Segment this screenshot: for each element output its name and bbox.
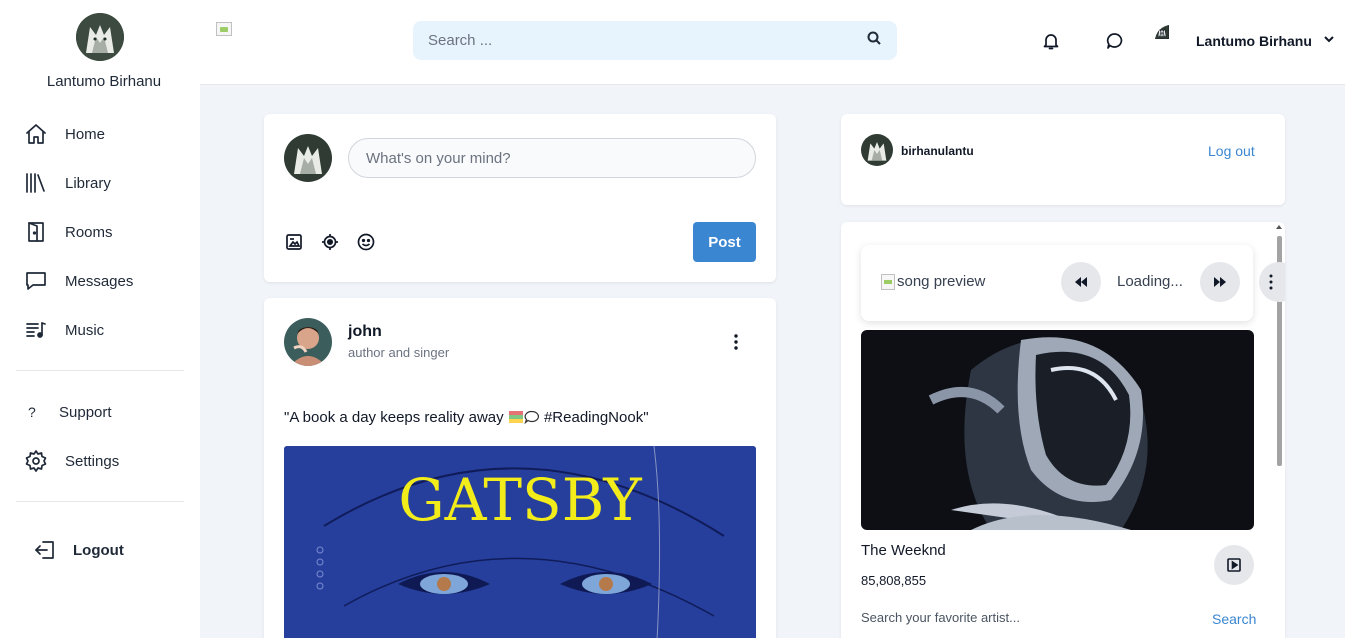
avatar[interactable] xyxy=(284,318,332,366)
feed-post: john author and singer "A book a day kee… xyxy=(264,298,776,638)
sidebar-user-name: Lantumo Birhanu xyxy=(46,73,162,90)
player-more-button[interactable] xyxy=(1259,262,1285,302)
sidebar-item-label: Messages xyxy=(65,272,134,290)
sidebar-item-settings[interactable]: Settings xyxy=(24,448,119,474)
post-text-end: #ReadingNook" xyxy=(539,409,649,426)
avatar xyxy=(284,134,332,182)
avatar[interactable] xyxy=(76,13,124,61)
search-icon[interactable] xyxy=(866,30,882,51)
logout-label: Logout xyxy=(73,541,124,559)
song-preview-image: song preview xyxy=(881,273,985,290)
post-image[interactable]: GATSBY xyxy=(284,446,756,638)
fast-forward-button[interactable] xyxy=(1200,262,1240,302)
artist-followers: 85,808,855 xyxy=(861,573,927,588)
artist-search-button[interactable]: Search xyxy=(1212,611,1256,627)
image-icon[interactable] xyxy=(284,232,304,252)
music-player: song preview Loading... xyxy=(861,245,1285,321)
music-widget: song preview Loading... The Weeknd 85,80… xyxy=(841,222,1285,638)
image-title-text: GATSBY xyxy=(398,466,642,534)
post-button[interactable]: Post xyxy=(693,222,756,262)
sidebar-item-label: Rooms xyxy=(65,223,113,241)
gear-icon xyxy=(24,449,48,473)
rewind-icon xyxy=(1075,277,1087,287)
play-button[interactable] xyxy=(1214,545,1254,585)
avatar xyxy=(1155,25,1187,57)
search-bar xyxy=(413,21,897,60)
bell-icon[interactable] xyxy=(1040,30,1062,52)
door-icon xyxy=(24,220,48,244)
divider xyxy=(16,370,184,371)
artist-image[interactable] xyxy=(861,330,1254,530)
fast-forward-icon xyxy=(1214,277,1226,287)
artist-search-input[interactable] xyxy=(861,610,1191,625)
question-icon: ? xyxy=(28,404,36,420)
play-square-icon xyxy=(1227,558,1241,572)
logo-image[interactable] xyxy=(216,22,232,36)
artist-name[interactable]: The Weeknd xyxy=(861,542,946,559)
chevron-down-icon xyxy=(1322,32,1336,51)
post-composer: Post xyxy=(264,114,776,282)
sidebar-item-support[interactable]: ? Support xyxy=(24,399,112,425)
account-handle: birhanulantu xyxy=(901,144,974,158)
home-icon xyxy=(24,122,48,146)
logout-button[interactable]: Logout xyxy=(33,537,124,563)
more-vertical-icon xyxy=(1269,274,1273,290)
location-icon[interactable] xyxy=(320,232,340,252)
song-preview-alt: song preview xyxy=(897,273,986,290)
sidebar-item-label: Music xyxy=(65,321,105,339)
message-icon xyxy=(24,269,48,293)
sidebar-item-rooms[interactable]: Rooms xyxy=(24,219,113,245)
emoji-icon[interactable] xyxy=(356,232,376,252)
sidebar-item-label: Library xyxy=(65,174,111,192)
player-status: Loading... xyxy=(1117,273,1183,290)
logout-link[interactable]: Log out xyxy=(1208,143,1255,159)
post-input[interactable] xyxy=(348,138,756,178)
post-author[interactable]: john xyxy=(348,323,382,341)
sidebar-item-messages[interactable]: Messages xyxy=(24,268,133,294)
sidebar-item-home[interactable]: Home xyxy=(24,121,105,147)
sidebar-item-label: Support xyxy=(59,403,112,421)
post-text-start: "A book a day keeps reality away xyxy=(284,409,508,426)
scroll-up-arrow-icon[interactable] xyxy=(1276,225,1282,229)
account-card: birhanulantu Log out xyxy=(841,114,1285,205)
books-emoji-icon xyxy=(508,411,523,423)
sidebar-item-label: Home xyxy=(65,125,106,143)
header-user-name: Lantumo Birhanu xyxy=(1196,33,1312,49)
post-text: "A book a day keeps reality away #Readin… xyxy=(284,409,649,426)
sidebar-item-label: Settings xyxy=(65,452,120,470)
user-menu[interactable]: Lantumo Birhanu xyxy=(1155,25,1336,57)
post-author-role: author and singer xyxy=(348,345,450,360)
divider xyxy=(16,501,184,502)
library-icon xyxy=(24,171,48,195)
top-header: Lantumo Birhanu xyxy=(200,0,1345,85)
sidebar-item-music[interactable]: Music xyxy=(24,317,104,343)
speech-bubble-emoji-icon xyxy=(524,410,539,424)
sidebar-item-library[interactable]: Library xyxy=(24,170,111,196)
chat-icon[interactable] xyxy=(1104,30,1126,52)
more-vertical-icon[interactable] xyxy=(726,332,746,352)
avatar xyxy=(861,134,893,166)
music-list-icon xyxy=(24,318,48,342)
broken-image-icon xyxy=(881,273,895,290)
logout-icon xyxy=(33,538,57,562)
rewind-button[interactable] xyxy=(1061,262,1101,302)
search-input[interactable] xyxy=(428,32,866,49)
sidebar: Lantumo Birhanu Home Library Rooms Messa… xyxy=(0,0,200,638)
